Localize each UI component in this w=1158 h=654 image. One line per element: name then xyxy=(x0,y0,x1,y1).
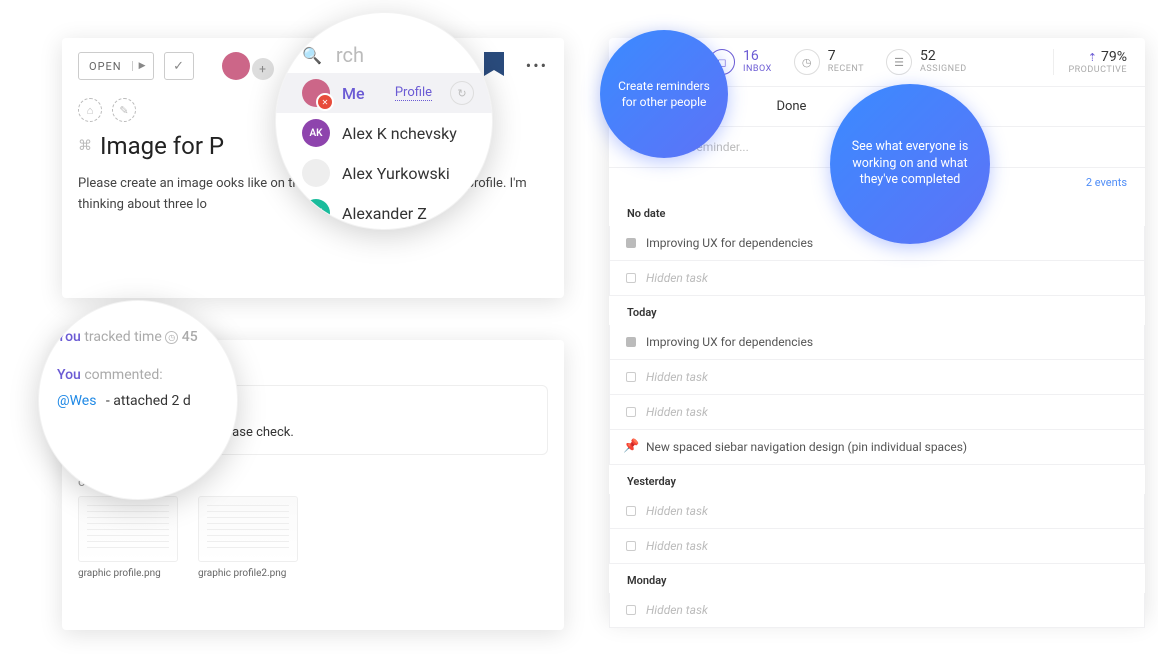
recent-label: RECENT xyxy=(828,65,864,75)
callout-create-reminders: Create reminders for other people xyxy=(600,30,728,158)
callout-text: See what everyone is working on and what… xyxy=(846,139,974,190)
recent-icon: ◷ xyxy=(794,49,820,75)
task-checkbox[interactable] xyxy=(626,407,636,417)
search-icon: 🔍 xyxy=(302,46,322,65)
attachment-image xyxy=(198,496,298,562)
mag-comment-row: You commented: xyxy=(57,367,219,383)
open-status-dropdown-icon[interactable]: ▶ xyxy=(132,61,153,71)
subtask-icon: ⌘ xyxy=(78,138,92,154)
task-text: Hidden task xyxy=(646,539,708,553)
magnifier-people-dropdown: 🔍 rch Me Profile ↻ AK Alex K nchevsky Al… xyxy=(275,12,493,230)
task-checkbox[interactable] xyxy=(626,605,636,615)
task-row[interactable]: Hidden task xyxy=(609,360,1145,395)
task-checkbox[interactable] xyxy=(626,506,636,516)
open-status-label: OPEN xyxy=(79,60,132,73)
task-text: Hidden task xyxy=(646,504,708,518)
group-header: Yesterday xyxy=(609,465,1145,494)
task-row[interactable]: 📌 New spaced siebar navigation design (pi… xyxy=(609,430,1145,465)
attachment-1[interactable]: graphic profile.png xyxy=(78,496,178,579)
task-checkbox[interactable] xyxy=(626,273,636,283)
task-text: Improving UX for dependencies xyxy=(646,335,813,349)
callout-see-everyone: See what everyone is working on and what… xyxy=(830,84,990,244)
people-search-placeholder: rch xyxy=(336,43,364,67)
people-row-1[interactable]: AK Alex K nchevsky xyxy=(276,113,492,153)
people-row-2-label: Alex Yurkowski xyxy=(342,164,450,183)
mag-tracked-value: 45 xyxy=(182,329,198,345)
task-checkbox[interactable] xyxy=(626,372,636,382)
open-status-button[interactable]: OPEN ▶ xyxy=(78,52,154,80)
people-row-1-label: Alex K nchevsky xyxy=(342,124,457,143)
group-header: Monday xyxy=(609,564,1145,593)
events-link[interactable]: 2 events xyxy=(1086,176,1127,189)
more-menu-button[interactable]: ••• xyxy=(526,56,548,75)
task-row[interactable]: Hidden task xyxy=(609,529,1145,564)
refresh-icon[interactable]: ↻ xyxy=(450,81,474,105)
trend-up-icon: ⇡ xyxy=(1088,51,1097,64)
task-text: Improving UX for dependencies xyxy=(646,236,813,250)
task-text: Hidden task xyxy=(646,603,708,617)
task-row[interactable]: Hidden task xyxy=(609,395,1145,430)
mag-tracked-label: tracked time xyxy=(84,329,161,345)
tab-done[interactable]: Done xyxy=(776,87,806,126)
task-text: Hidden task xyxy=(646,405,708,419)
mag-actor: You xyxy=(57,367,81,383)
people-row-me[interactable]: Me Profile ↻ xyxy=(276,73,492,113)
task-row[interactable]: Hidden task xyxy=(609,593,1145,628)
avatar-initials: AK xyxy=(302,119,330,147)
attachment-image xyxy=(78,496,178,562)
people-row-me-label: Me xyxy=(342,84,365,103)
task-checkbox[interactable] xyxy=(626,337,636,347)
task-row[interactable]: Hidden task xyxy=(609,494,1145,529)
mag-commented-label: commented: xyxy=(84,367,162,383)
task-text: New spaced siebar navigation design (pin… xyxy=(646,440,967,454)
mag-mention[interactable]: @Wes xyxy=(57,393,96,409)
task-checkbox[interactable] xyxy=(626,541,636,551)
assigned-label: ASSIGNED xyxy=(920,65,967,75)
profile-link[interactable]: Profile xyxy=(395,85,432,101)
task-title[interactable]: Image for P xyxy=(100,132,224,160)
task-text: Hidden task xyxy=(646,271,708,285)
inbox-value: 16 xyxy=(743,49,772,64)
assigned-value: 52 xyxy=(920,49,967,64)
mag-actor: You xyxy=(57,329,81,345)
task-row[interactable]: Improving UX for dependencies xyxy=(609,325,1145,360)
clock-icon: ◷ xyxy=(165,331,178,344)
avatar-photo xyxy=(302,159,330,187)
people-row-2[interactable]: Alex Yurkowski xyxy=(276,153,492,193)
task-text: Hidden task xyxy=(646,370,708,384)
attachment-caption: graphic profile2.png xyxy=(198,568,298,579)
complete-button[interactable]: ✓ xyxy=(164,52,194,80)
assignee-avatar[interactable] xyxy=(222,52,250,80)
productive-value: 79% xyxy=(1101,49,1127,65)
stat-recent[interactable]: ◷ 7RECENT xyxy=(794,49,864,75)
group-header: Today xyxy=(609,296,1145,325)
stat-assigned[interactable]: ☰ 52ASSIGNED xyxy=(886,49,967,75)
avatar-me xyxy=(302,79,330,107)
magnifier-activity: You tracked time ◷ 45 You commented: @We… xyxy=(38,300,238,500)
mag-attach-text: - attached 2 d xyxy=(106,393,191,409)
callout-text: Create reminders for other people xyxy=(616,78,712,110)
add-assignee-button[interactable]: + xyxy=(252,58,274,80)
attachment-caption: graphic profile.png xyxy=(78,568,178,579)
inbox-label: INBOX xyxy=(743,65,772,75)
task-checkbox[interactable] xyxy=(626,238,636,248)
mag-mention-row: @Wes - attached 2 d xyxy=(57,393,219,409)
stat-productive: ⇡ 79% PRODUCTIVE xyxy=(1053,49,1127,75)
add-label-button[interactable]: ✎ xyxy=(112,98,136,122)
productive-label: PRODUCTIVE xyxy=(1068,65,1127,75)
people-row-3-label: Alexander Z xyxy=(342,204,427,223)
pin-icon: 📌 xyxy=(623,439,637,453)
attachment-thumbs: graphic profile.png graphic profile2.png xyxy=(78,496,548,579)
recent-value: 7 xyxy=(828,49,864,64)
task-groups: No dateImproving UX for dependenciesHidd… xyxy=(609,197,1145,628)
assigned-icon: ☰ xyxy=(886,49,912,75)
mag-tracked-row: You tracked time ◷ 45 xyxy=(57,329,219,345)
task-row[interactable]: Hidden task xyxy=(609,261,1145,296)
add-tag-button[interactable]: ⌂ xyxy=(78,98,102,122)
attachment-2[interactable]: graphic profile2.png xyxy=(198,496,298,579)
people-search-row[interactable]: 🔍 rch xyxy=(276,37,492,73)
